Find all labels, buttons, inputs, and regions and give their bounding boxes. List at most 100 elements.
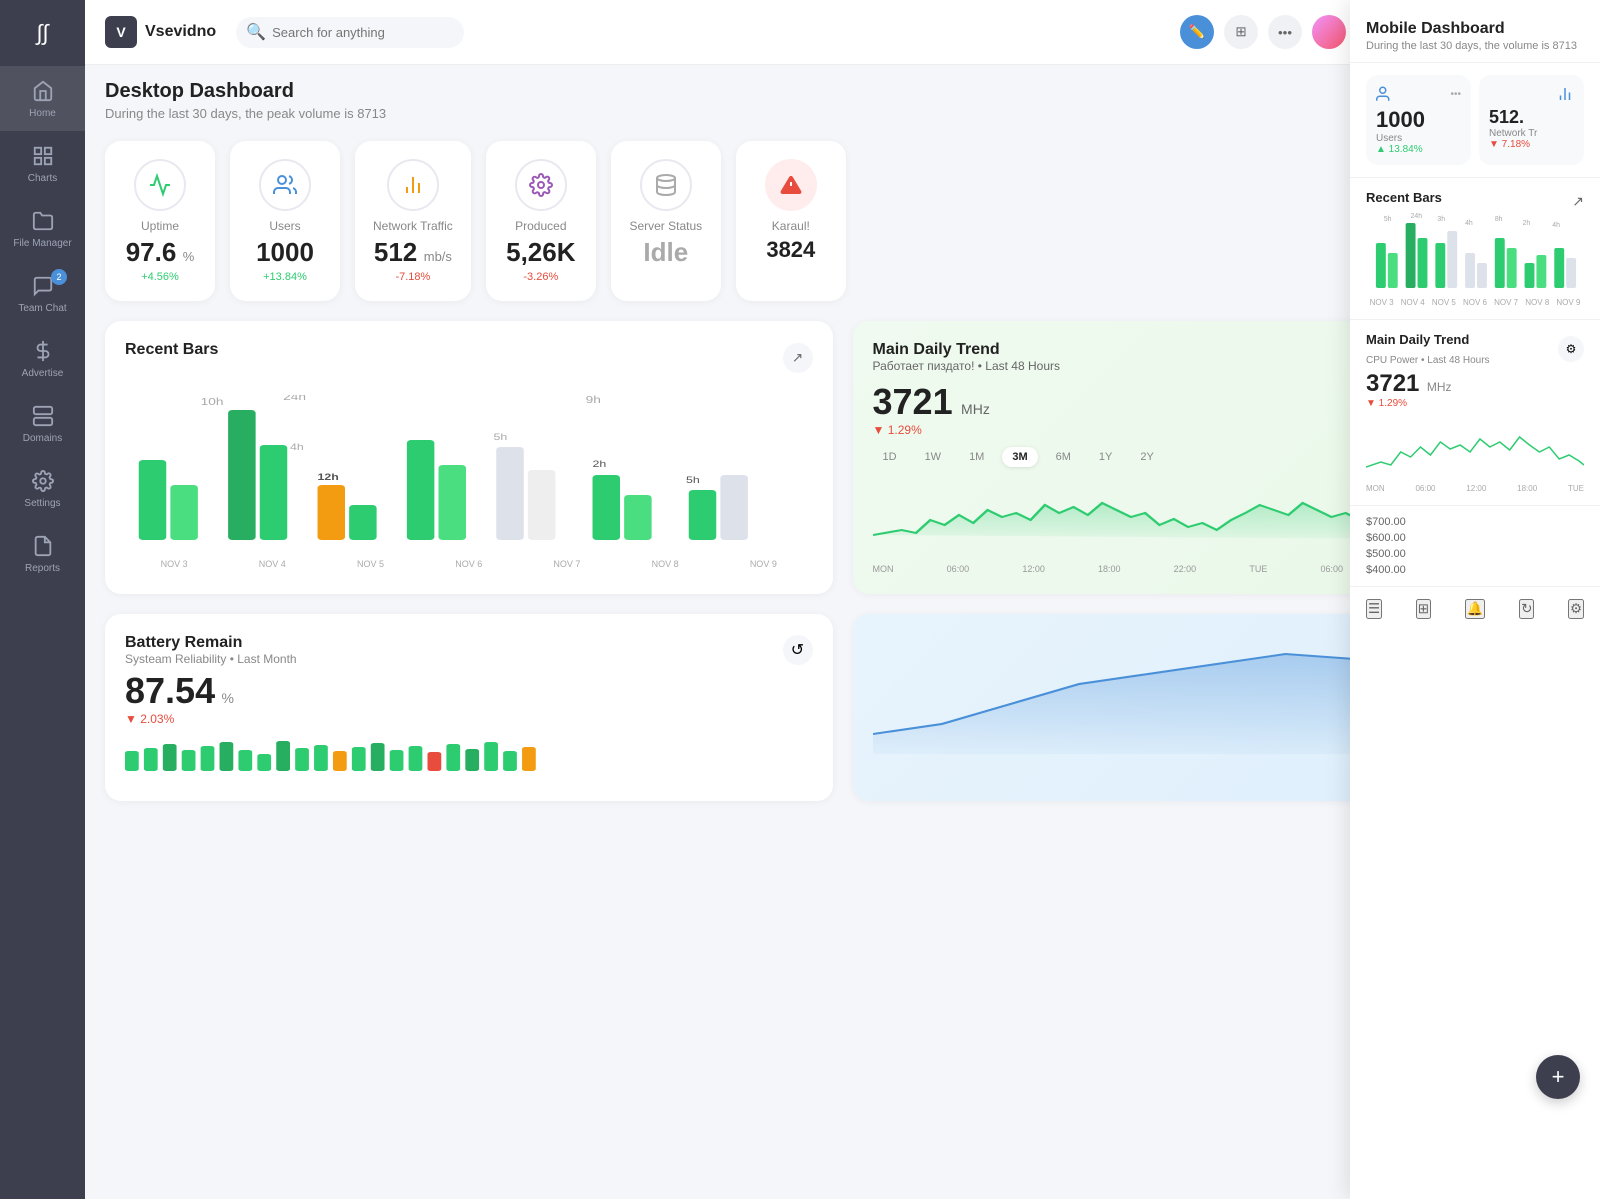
- battery-title-block: Battery Remain Systeam Reliability • Las…: [125, 634, 297, 666]
- alert-icon: [779, 173, 803, 197]
- svg-text:48h: 48h: [144, 448, 165, 458]
- sidebar-logo: ∫∫: [36, 20, 48, 46]
- stat-users: Users 1000 +13.84%: [230, 141, 340, 301]
- mobile-network-value: 512.: [1489, 107, 1574, 128]
- sidebar-item-advertise-label: Advertise: [22, 368, 64, 379]
- uptime-unit: %: [183, 249, 195, 264]
- mobile-panel-header: Mobile Dashboard During the last 30 days…: [1350, 0, 1600, 63]
- sidebar-item-file-manager[interactable]: File Manager: [0, 196, 85, 261]
- mobile-users-label: Users: [1376, 133, 1461, 144]
- time-btn-2y[interactable]: 2Y: [1130, 447, 1163, 467]
- time-btn-1y[interactable]: 1Y: [1089, 447, 1122, 467]
- battery-bars-svg: [125, 736, 813, 776]
- svg-text:12h: 12h: [318, 473, 339, 483]
- mobile-panel: Mobile Dashboard During the last 30 days…: [1350, 0, 1600, 1199]
- bar-date-row: NOV 3NOV 4NOV 5NOV 6NOV 7NOV 8NOV 9: [125, 559, 813, 569]
- recent-bars-title: Recent Bars: [125, 341, 218, 359]
- overlay-menu-button[interactable]: ☰: [1366, 599, 1382, 619]
- overlay-trend-value: 3721: [1366, 370, 1419, 397]
- sidebar-item-advertise[interactable]: Advertise: [0, 326, 85, 391]
- mobile-panel-subtitle: During the last 30 days, the volume is 8…: [1366, 40, 1584, 52]
- recent-bars-card: Recent Bars ↗ 10h 24h 9h 48h: [105, 321, 833, 594]
- uptime-value-wrap: 97.6 %: [126, 237, 195, 268]
- network-icon-wrap: [387, 159, 439, 211]
- pulse-icon: [148, 173, 172, 197]
- svg-text:24h: 24h: [232, 398, 253, 408]
- stat-produced: Produced 5,26K -3.26%: [486, 141, 596, 301]
- overlay-bell-button[interactable]: 🔔: [1465, 599, 1486, 619]
- mobile-users-icon: [1376, 85, 1394, 103]
- sidebar-item-reports[interactable]: Reports: [0, 521, 85, 586]
- sidebar-item-charts[interactable]: Charts: [0, 131, 85, 196]
- team-chat-badge: 2: [51, 269, 67, 285]
- grid-button[interactable]: ⊞: [1224, 15, 1258, 49]
- search-wrap: 🔍: [236, 17, 556, 48]
- overlay-trend-change: ▼ 1.29%: [1366, 398, 1584, 409]
- server-status-label: Server Status: [629, 219, 702, 233]
- topnav-logo-box: V: [105, 16, 137, 48]
- price-400: $400.00: [1366, 562, 1584, 578]
- users-icon: [273, 173, 297, 197]
- battery-reset-button[interactable]: ↺: [783, 635, 813, 665]
- sidebar-item-team-chat[interactable]: 2 Team Chat: [0, 261, 85, 326]
- users-change: +13.84%: [263, 271, 307, 283]
- produced-icon-wrap: [515, 159, 567, 211]
- overlay-trend-section: Main Daily Trend CPU Power • Last 48 Hou…: [1350, 320, 1600, 506]
- overlay-expand-icon[interactable]: ↗: [1572, 193, 1584, 210]
- sidebar-item-settings[interactable]: Settings: [0, 456, 85, 521]
- sidebar-item-domains[interactable]: Domains: [0, 391, 85, 456]
- dashboard-title: Desktop Dashboard: [105, 80, 386, 103]
- overlay-grid-button[interactable]: ⊞: [1416, 599, 1431, 619]
- database-icon: [654, 173, 678, 197]
- overlay-time-axis: MON06:0012:0018:00TUE: [1366, 484, 1584, 493]
- svg-text:2h: 2h: [593, 460, 607, 470]
- overlay-trend-subtitle: CPU Power • Last 48 Hours: [1366, 355, 1490, 366]
- karaul-label: Karaul!: [772, 219, 810, 233]
- more-button[interactable]: •••: [1268, 15, 1302, 49]
- time-btn-1w[interactable]: 1W: [915, 447, 952, 467]
- uptime-value: 97.6: [126, 237, 177, 267]
- fab-button[interactable]: +: [1536, 1055, 1580, 1099]
- svg-text:5h: 5h: [1384, 216, 1392, 223]
- stat-server-status: Server Status Idle: [611, 141, 721, 301]
- sidebar: ∫∫ Home Charts File Manager 2 Team Chat …: [0, 0, 85, 1199]
- mobile-users-value: 1000: [1376, 107, 1461, 133]
- svg-text:24h: 24h: [283, 395, 306, 402]
- network-label: Network Traffic: [373, 219, 453, 233]
- overlay-recent-bars-title: Recent Bars: [1366, 190, 1442, 205]
- home-icon: [30, 78, 56, 104]
- reports-icon: [30, 533, 56, 559]
- produced-label: Produced: [515, 219, 566, 233]
- edit-button[interactable]: ✏️: [1180, 15, 1214, 49]
- svg-text:10h: 10h: [201, 396, 224, 408]
- svg-text:2h: 2h: [1523, 220, 1531, 227]
- price-700: $700.00: [1366, 514, 1584, 530]
- stat-network: Network Traffic 512 mb/s -7.18%: [355, 141, 471, 301]
- users-label: Users: [269, 219, 300, 233]
- mobile-network-change: ▼ 7.18%: [1489, 139, 1574, 150]
- mobile-stat-more[interactable]: •••: [1450, 89, 1461, 100]
- trend-unit: MHz: [961, 401, 990, 417]
- mobile-users-change: ▲ 13.84%: [1376, 144, 1461, 155]
- overlay-settings-bottom-button[interactable]: ⚙: [1568, 599, 1584, 619]
- search-input[interactable]: [236, 17, 464, 48]
- overlay-refresh-button[interactable]: ↻: [1519, 599, 1534, 619]
- time-btn-6m[interactable]: 6M: [1046, 447, 1081, 467]
- overlay-bar-dates: NOV 3NOV 4NOV 5NOV 6NOV 7NOV 8NOV 9: [1366, 298, 1584, 307]
- overlay-bottom-bar: ☰ ⊞ 🔔 ↻ ⚙: [1350, 586, 1600, 631]
- time-btn-3m[interactable]: 3M: [1002, 447, 1037, 467]
- svg-text:4h: 4h: [1465, 220, 1473, 227]
- user-avatar-left[interactable]: [1312, 15, 1346, 49]
- recent-bars-expand-button[interactable]: ↗: [783, 343, 813, 373]
- svg-text:9h: 9h: [586, 395, 601, 405]
- overlay-settings-button[interactable]: ⚙: [1558, 336, 1584, 362]
- svg-text:4h: 4h: [1552, 222, 1560, 229]
- uptime-change: +4.56%: [141, 271, 179, 283]
- sidebar-item-home[interactable]: Home: [0, 66, 85, 131]
- overlay-recent-bars: Recent Bars ↗ 5h 24h 3h 4h 8h 2h 4h: [1350, 178, 1600, 320]
- battery-change: ▼ 2.03%: [125, 712, 813, 726]
- time-btn-1d[interactable]: 1D: [873, 447, 907, 467]
- sidebar-item-reports-label: Reports: [25, 563, 60, 574]
- time-btn-1m[interactable]: 1M: [959, 447, 994, 467]
- server-status-icon-wrap: [640, 159, 692, 211]
